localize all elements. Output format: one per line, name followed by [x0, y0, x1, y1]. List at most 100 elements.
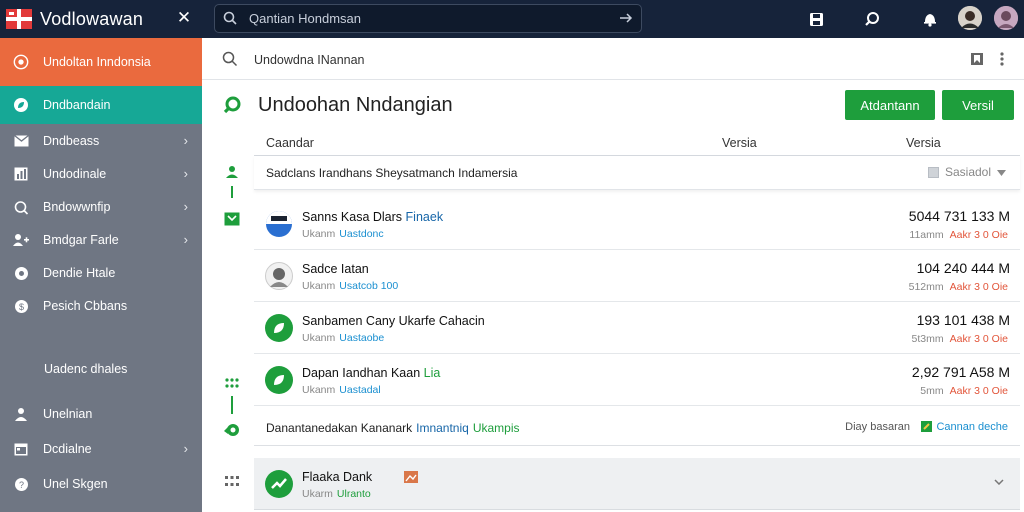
table-row[interactable]: Dapan Iandhan Kaan Lia Ukanm Uastadal 2,9… — [254, 354, 1020, 406]
search-icon — [13, 199, 29, 215]
column-header[interactable]: Versia — [722, 136, 757, 150]
row-name: Dapan Iandhan Kaan Lia — [302, 366, 440, 380]
row-name: Sanbamen Cany Ukarfe Cahacin — [302, 314, 485, 328]
sidebar-item-label: Undoltan Inndonsia — [43, 55, 151, 69]
chevron-right-icon: › — [183, 133, 188, 148]
search-icon[interactable] — [222, 51, 238, 72]
flag-icon — [265, 210, 293, 238]
save-icon[interactable] — [806, 9, 826, 29]
top-bar: Vodlowawan ✕ Qantian Hondmsan — [0, 0, 1024, 38]
row-meta: Ukanm Uastadal — [302, 384, 381, 396]
row-name-text: Flaaka Dank — [302, 470, 373, 484]
row-name-text: Sanns Kasa Dlars — [302, 210, 403, 224]
row-meta-link[interactable]: Usatcob 100 — [339, 280, 398, 292]
banner-link[interactable]: Ukampis — [473, 421, 520, 435]
column-header[interactable]: Caandar — [266, 136, 314, 150]
brand[interactable]: Vodlowawan — [6, 5, 143, 33]
svg-text:$: $ — [18, 302, 23, 312]
filter-row: Sadclans Irandhans Sheysatmanch Indamers… — [254, 156, 1020, 190]
banner-action-label: Cannan deche — [936, 421, 1008, 433]
row-meta-link[interactable]: Uastdonc — [339, 228, 383, 240]
sidebar-item-chart[interactable]: Undodinale › — [0, 157, 202, 191]
row-meta-link[interactable]: Ulranto — [337, 488, 371, 500]
grid-rail-icon — [224, 375, 240, 391]
app-logo-icon — [6, 7, 32, 31]
row-name-highlight[interactable]: Finaek — [406, 210, 444, 224]
chart-icon — [13, 166, 29, 182]
sidebar-item-active[interactable]: Dndbandain — [0, 86, 202, 124]
secondary-button[interactable]: Versil — [942, 90, 1014, 120]
sidebar-item-home[interactable]: Undoltan Inndonsia — [0, 38, 202, 86]
close-icon[interactable]: ✕ — [176, 8, 192, 28]
sidebar-item-mail[interactable]: Dndbeass › — [0, 124, 202, 158]
row-value: 2,92 791 A58 M — [911, 364, 1010, 380]
calendar-icon — [13, 441, 29, 457]
record-icon — [13, 265, 29, 281]
more-icon[interactable] — [1000, 52, 1004, 71]
person-icon — [13, 406, 29, 422]
banner-link[interactable]: Imnantniq — [416, 421, 469, 435]
row-value: 104 240 444 M — [916, 260, 1010, 276]
table-row[interactable]: Flaaka Dank Ukarm Ulranto — [254, 458, 1020, 510]
row-name: Sanns Kasa Dlars Finaek — [302, 210, 443, 224]
edit-icon — [921, 421, 933, 435]
bell-icon[interactable] — [920, 9, 940, 29]
refresh-rail-icon — [224, 422, 240, 438]
leaf-icon — [13, 97, 29, 113]
checkbox[interactable] — [927, 166, 939, 178]
bookmark-icon[interactable] — [970, 52, 984, 71]
message-rail-icon — [224, 211, 240, 227]
row-name: Sadce Iatan — [302, 262, 369, 276]
avatar[interactable] — [958, 6, 982, 30]
sidebar-item-coins[interactable]: $ Pesich Cbbans — [0, 289, 202, 323]
page-title: Undoohan Nndangian — [258, 94, 453, 116]
info-banner: Danantanedakan Kananark Imnantniq Ukampis … — [254, 408, 1020, 446]
chevron-down-icon[interactable] — [994, 474, 1004, 488]
rail-connector — [231, 186, 233, 198]
chevron-right-icon: › — [183, 166, 188, 181]
row-subvalue: 11amm Aakr 3 0 Oie — [909, 229, 1008, 241]
row-name-highlight[interactable]: Lia — [424, 366, 441, 380]
row-subvalue: 512mm Aakr 3 0 Oie — [909, 281, 1008, 293]
trend-icon — [265, 470, 293, 498]
row-meta-link[interactable]: Uastadal — [339, 384, 380, 396]
sidebar-item-users[interactable]: Bmdgar Farle › — [0, 223, 202, 257]
target-icon — [13, 54, 29, 70]
table-row[interactable]: Sadce Iatan Ukanm Usatcob 100 104 240 444… — [254, 250, 1020, 302]
row-meta-link[interactable]: Uastaobe — [339, 332, 384, 344]
row-meta-label: Ukanm — [302, 332, 336, 344]
row-sub-alert: Aakr 3 0 Oie — [949, 229, 1008, 241]
search-text: Qantian Hondmsan — [249, 11, 362, 26]
sidebar-item-label: Dcdialne — [43, 442, 92, 456]
search-top-icon[interactable] — [862, 9, 882, 29]
row-name: Flaaka Dank — [302, 470, 418, 486]
filter-select-value: Sasiadol — [944, 165, 991, 179]
table-row[interactable]: Sanbamen Cany Ukarfe Cahacin Ukanm Uastao… — [254, 302, 1020, 354]
sidebar-item-label: Unel Skgen — [43, 477, 108, 491]
chevron-right-icon: › — [183, 199, 188, 214]
send-icon[interactable] — [619, 12, 633, 27]
search-icon — [222, 95, 242, 120]
sidebar-item-calendar[interactable]: Dcdialne › — [0, 432, 202, 466]
sidebar-item-help[interactable]: ? Unel Skgen — [0, 467, 202, 501]
row-meta-label: Ukanm — [302, 228, 336, 240]
sidebar-item-label: Pesich Cbbans — [43, 299, 128, 313]
banner-action[interactable]: Cannan deche — [921, 421, 1008, 435]
sidebar-section-heading: Uadenc dhales — [44, 362, 128, 376]
table-row[interactable]: Sanns Kasa Dlars Finaek Ukanm Uastdonc 50… — [254, 198, 1020, 250]
sidebar-item-search[interactable]: Bndowwnfip › — [0, 190, 202, 224]
column-header[interactable]: Versia — [906, 136, 941, 150]
search-input[interactable]: Qantian Hondmsan — [214, 4, 642, 33]
sidebar-item-label: Dndbandain — [43, 98, 111, 112]
row-sub-text: 5mm — [920, 385, 944, 397]
avatar-secondary[interactable] — [994, 6, 1018, 30]
filter-select[interactable]: Sasiadol — [927, 165, 1006, 179]
sidebar-item-label: Undodinale — [43, 167, 107, 181]
primary-button[interactable]: Atdantann — [845, 90, 935, 120]
sidebar-item-record[interactable]: Dendie Htale — [0, 256, 202, 290]
row-sub-alert: Aakr 3 0 Oie — [949, 385, 1008, 397]
rail-connector — [231, 396, 233, 414]
sidebar-item-profile[interactable]: Unelnian — [0, 397, 202, 431]
row-subvalue: 5mm Aakr 3 0 Oie — [920, 385, 1008, 397]
row-sub-text: 512mm — [908, 281, 944, 293]
